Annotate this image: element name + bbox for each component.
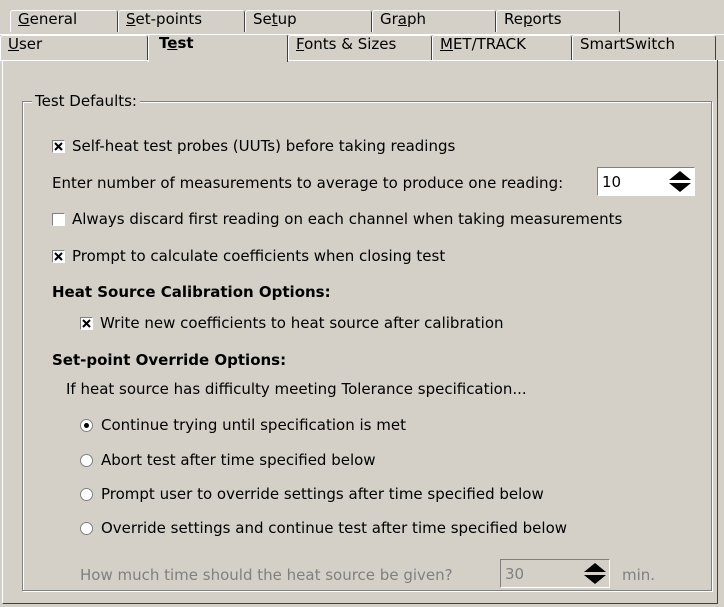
tab-label: Fonts & Sizes <box>296 35 397 53</box>
prompt-coeff-label: Prompt to calculate coefficients when cl… <box>72 247 446 265</box>
radio-continue[interactable]: Continue trying until specification is m… <box>80 415 406 435</box>
override-header: Set-point Override Options: <box>52 351 287 369</box>
tab-set-points[interactable]: Set-points <box>118 10 245 32</box>
average-label: Enter number of measurements to average … <box>52 174 564 192</box>
tab-fonts-sizes[interactable]: Fonts & Sizes <box>288 35 432 60</box>
tab-reports[interactable]: Reports <box>496 10 620 32</box>
tab-met-track[interactable]: MET/TRACK <box>432 35 572 60</box>
tab-graph[interactable]: Graph <box>372 10 496 32</box>
override-description: If heat source has difficulty meeting To… <box>66 380 527 398</box>
up-down-arrows-icon[interactable] <box>667 169 693 194</box>
radio-label: Override settings and continue test afte… <box>101 519 568 537</box>
tab-general[interactable]: General <box>10 10 118 32</box>
tab-label: SmartSwitch <box>580 35 675 53</box>
tab-label: MET/TRACK <box>440 35 526 53</box>
tab-user[interactable]: User <box>0 35 148 60</box>
average-value: 10 <box>602 173 622 191</box>
tab-label: User <box>8 35 43 53</box>
self-heat-label: Self-heat test probes (UUTs) before taki… <box>72 137 456 155</box>
tab-setup[interactable]: Setup <box>245 10 372 32</box>
prompt-coeff-checkbox[interactable]: Prompt to calculate coefficients when cl… <box>52 246 445 266</box>
write-coeff-checkbox[interactable]: Write new coefficients to heat source af… <box>80 313 504 333</box>
radio-label: Continue trying until specification is m… <box>101 416 406 434</box>
checkbox-box[interactable] <box>52 250 65 263</box>
radio-prompt[interactable]: Prompt user to override settings after t… <box>80 484 544 504</box>
time-question: How much time should the heat source be … <box>80 566 453 584</box>
tab-label: Set-points <box>126 10 203 28</box>
checkbox-box[interactable] <box>52 140 65 153</box>
tab-label: Graph <box>380 10 427 28</box>
write-coeff-label: Write new coefficients to heat source af… <box>100 314 504 332</box>
discard-checkbox[interactable]: Always discard first reading on each cha… <box>52 209 622 229</box>
tab-test[interactable]: Test <box>148 34 288 62</box>
radio-button[interactable] <box>80 488 93 501</box>
up-down-arrows-icon[interactable] <box>582 561 608 586</box>
tab-label: Setup <box>253 10 297 28</box>
checkbox-box[interactable] <box>80 317 93 330</box>
radio-button[interactable] <box>80 522 93 535</box>
self-heat-checkbox[interactable]: Self-heat test probes (UUTs) before taki… <box>52 136 455 156</box>
radio-button[interactable] <box>80 419 93 432</box>
radio-abort[interactable]: Abort test after time specified below <box>80 450 376 470</box>
group-title: Test Defaults: <box>32 91 140 111</box>
radio-label: Abort test after time specified below <box>101 451 376 469</box>
time-stepper[interactable]: 30 <box>500 559 610 588</box>
radio-button[interactable] <box>80 454 93 467</box>
tab-label: General <box>18 10 78 28</box>
heat-source-header: Heat Source Calibration Options: <box>52 283 331 301</box>
tab-label: Test <box>159 34 194 52</box>
time-value: 30 <box>505 565 525 583</box>
checkbox-box[interactable] <box>52 213 65 226</box>
tab-smartswitch[interactable]: SmartSwitch <box>572 35 716 60</box>
radio-label: Prompt user to override settings after t… <box>101 485 544 503</box>
discard-label: Always discard first reading on each cha… <box>72 210 623 228</box>
average-stepper[interactable]: 10 <box>597 167 695 196</box>
tab-label: Reports <box>504 10 562 28</box>
time-unit: min. <box>622 566 656 584</box>
radio-override[interactable]: Override settings and continue test afte… <box>80 518 567 538</box>
